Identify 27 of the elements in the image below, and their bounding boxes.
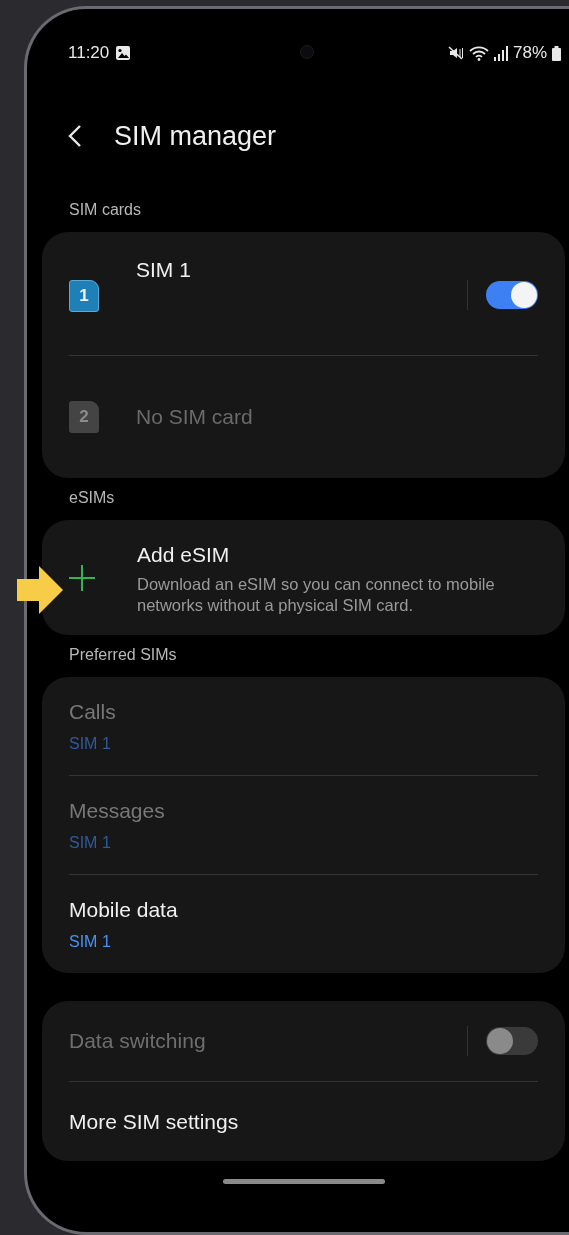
preference-value: SIM 1 — [69, 733, 112, 754]
preference-value: SIM 1 — [69, 832, 112, 853]
battery-icon — [552, 45, 561, 61]
preference-title[interactable]: Mobile data — [69, 894, 538, 926]
sim-label: SIM 1 — [136, 257, 191, 283]
section-header: Preferred SIMs — [68, 645, 178, 665]
section-header: SIM cards — [68, 200, 142, 220]
section-header: eSIMs — [68, 488, 116, 508]
setting-label: Data switching — [69, 1028, 206, 1055]
camera-hole — [300, 45, 314, 59]
toggle-switch[interactable] — [486, 281, 538, 309]
sim-card-icon: 1 — [69, 280, 99, 312]
plus-icon[interactable] — [69, 564, 95, 591]
sim-label: No SIM card — [136, 404, 253, 431]
signal-icon — [493, 45, 508, 61]
battery-percent: 78% — [512, 42, 547, 65]
sim-card-icon: 2 — [69, 401, 99, 433]
add-esim-title[interactable]: Add eSIM — [137, 538, 547, 571]
mute-icon — [447, 45, 464, 61]
image-icon — [115, 45, 132, 61]
add-esim-description: Download an eSIM so you can connect to mobile networks without a physical SIM card. — [137, 574, 496, 617]
preference-value: SIM 1 — [69, 931, 112, 952]
more-sim-settings-link[interactable]: More SIM settings — [69, 1105, 239, 1138]
wifi-icon — [468, 45, 489, 61]
pointer-arrow-icon — [17, 566, 63, 614]
page-title: SIM manager — [114, 119, 277, 153]
status-time: 11:20 — [68, 42, 110, 65]
